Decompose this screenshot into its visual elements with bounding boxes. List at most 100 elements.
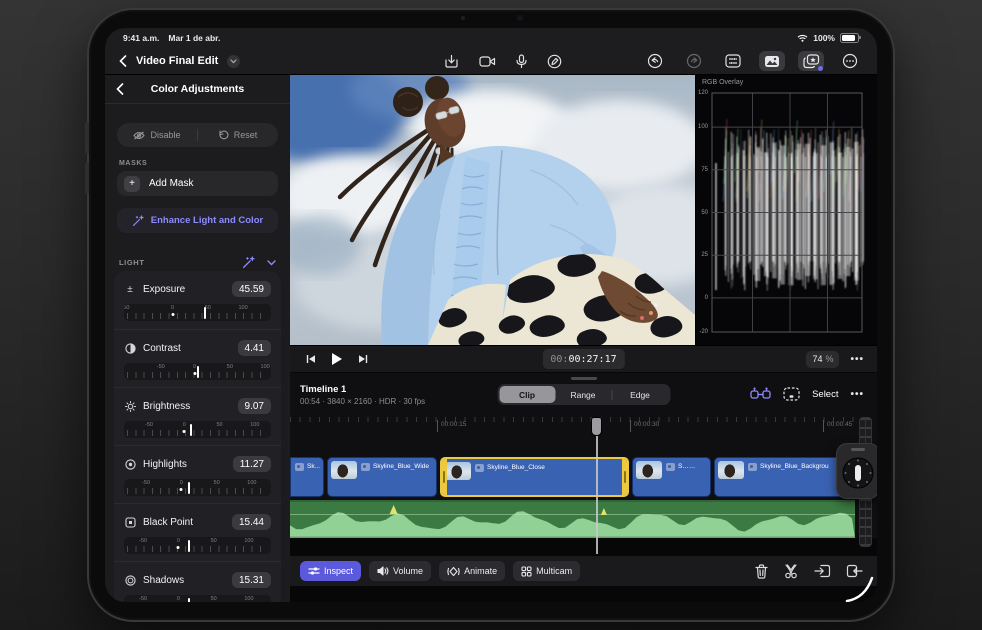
back-chevron-icon[interactable] xyxy=(119,55,127,67)
insert-clip-icon[interactable] xyxy=(814,564,831,578)
timeline-header: Timeline 1 00:54 · 3840 × 2160 · HDR · 3… xyxy=(290,383,877,415)
slider-ruler[interactable]: -50050100 xyxy=(124,595,271,602)
add-mask-button[interactable]: + Add Mask xyxy=(117,171,278,196)
timeline-clip-selected[interactable]: Skyline_Blue_Close xyxy=(440,457,629,497)
clip-media-icon xyxy=(361,463,370,471)
slider-value[interactable]: 9.07 xyxy=(237,398,271,414)
video-preview[interactable] xyxy=(290,75,695,345)
timeline-clip[interactable]: Skyline_Blue_Wide xyxy=(327,457,437,497)
timeline-audio-track[interactable] xyxy=(290,500,855,538)
tick-label: 0 xyxy=(170,305,175,311)
tick-label: 50 xyxy=(226,364,233,370)
import-icon[interactable] xyxy=(444,54,459,69)
jog-dial-icon[interactable] xyxy=(841,456,875,490)
pencil-tool-icon[interactable] xyxy=(547,54,562,69)
tick-label: 0 xyxy=(176,538,180,544)
inspector-icon[interactable] xyxy=(720,51,746,71)
slider-value[interactable]: 11.27 xyxy=(232,456,271,472)
magnetic-timeline-icon[interactable] xyxy=(750,387,771,401)
select-mode-icon[interactable] xyxy=(783,387,800,401)
light-section-label: LIGHT xyxy=(119,258,145,267)
add-mask-label: Add Mask xyxy=(149,178,194,189)
playhead-handle[interactable] xyxy=(590,417,602,436)
clip-media-icon xyxy=(666,463,675,471)
tick-label: 0 xyxy=(182,422,186,428)
project-menu-chevron-icon[interactable] xyxy=(227,54,241,68)
mode-tab-edge[interactable]: Edge xyxy=(612,386,668,403)
reset-button[interactable]: Reset xyxy=(198,130,278,140)
mode-tab-range[interactable]: Range xyxy=(555,386,611,403)
jog-panel-handle[interactable] xyxy=(851,448,865,451)
corner-page-curl xyxy=(845,576,874,602)
slider-value[interactable]: 45.59 xyxy=(231,281,271,297)
masks-section-label: MASKS xyxy=(119,160,148,167)
volume-button[interactable]: Volume xyxy=(369,561,432,581)
effects-icon[interactable] xyxy=(798,51,824,71)
clip-thumbnail xyxy=(445,462,471,480)
more-icon[interactable] xyxy=(837,51,863,71)
timecode-display[interactable]: 00: 00:27:17 xyxy=(542,349,625,369)
timeline-clip[interactable]: Skyline_Blue_Backgrou xyxy=(714,457,855,497)
panel-back-chevron-icon[interactable] xyxy=(116,83,124,95)
status-time: 9:41 a.m. xyxy=(123,33,160,43)
reset-label: Reset xyxy=(233,130,258,140)
play-button-icon[interactable] xyxy=(331,352,343,366)
viewer-zoom-control[interactable]: 74 % xyxy=(806,350,840,368)
skip-forward-icon[interactable] xyxy=(358,354,368,364)
inspect-button[interactable]: Inspect xyxy=(300,561,362,581)
undo-icon[interactable] xyxy=(642,51,668,71)
slider-highlights[interactable]: Highlights 11.27 -50 0 50 100 xyxy=(114,445,281,503)
mic-icon[interactable] xyxy=(516,53,527,69)
highlights-icon xyxy=(124,458,136,470)
slider-ruler[interactable]: -50050100 xyxy=(124,363,271,380)
brightness-icon xyxy=(124,400,136,412)
slider-shadows[interactable]: Shadows 15.31 -50 0 50 100 xyxy=(114,561,281,602)
volume-button-up xyxy=(85,122,89,154)
ruler-ticks xyxy=(127,488,268,494)
project-title[interactable]: Video Final Edit xyxy=(136,55,218,67)
slider-ruler[interactable]: -50050100 xyxy=(124,479,271,496)
slider-value[interactable]: 15.31 xyxy=(231,572,271,588)
trim-handle-left[interactable] xyxy=(442,459,447,495)
marketing-background: 9:41 a.m. Mar 1 de abr. 100% Video Final… xyxy=(0,0,982,630)
mode-tab-clip[interactable]: Clip xyxy=(499,386,555,403)
timeline-clip[interactable]: Sk…… xyxy=(290,457,324,497)
skip-back-icon[interactable] xyxy=(306,354,316,364)
slider-exposure[interactable]: ± Exposure 45.59 -50050100 xyxy=(114,271,281,329)
zoom-unit: % xyxy=(825,354,834,364)
tool-label: Multicam xyxy=(536,566,573,576)
media-browser-icon[interactable] xyxy=(759,51,785,71)
tick-label: 100 xyxy=(238,305,248,311)
slider-ruler[interactable]: -50050100 xyxy=(124,537,271,554)
animate-button[interactable]: Animate xyxy=(439,561,506,581)
blade-cut-icon[interactable] xyxy=(783,563,799,579)
multicam-button[interactable]: Multicam xyxy=(513,561,581,581)
timeline-ruler[interactable]: 00:00:15 00:00:30 00:00:45 xyxy=(290,417,855,437)
timeline-clip[interactable]: S…… xyxy=(632,457,711,497)
tick-label: -50 xyxy=(145,422,153,428)
viewer-more-icon[interactable]: ••• xyxy=(850,354,864,365)
tick-label: 0 xyxy=(193,364,197,370)
light-collapse-chevron-icon[interactable] xyxy=(267,259,276,266)
timeline-drag-handle[interactable] xyxy=(570,377,597,380)
plus-icon: + xyxy=(124,175,140,192)
enhance-light-color-button[interactable]: Enhance Light and Color xyxy=(117,208,278,233)
delete-icon[interactable] xyxy=(755,563,768,579)
slider-ruler[interactable]: -50050100 xyxy=(124,421,271,438)
timeline-more-icon[interactable]: ••• xyxy=(850,389,864,400)
disable-button[interactable]: Disable xyxy=(117,130,197,140)
slider-ruler[interactable]: -50050100 xyxy=(124,304,271,321)
slider-contrast[interactable]: Contrast 4.41 -50 0 50 100 xyxy=(114,329,281,387)
slider-brightness[interactable]: Brightness 9.07 -50 0 50 100 xyxy=(114,387,281,445)
tick-label: 50 xyxy=(216,422,223,428)
camera-icon[interactable] xyxy=(479,55,496,68)
clip-label: Skyline_Blue_Wide xyxy=(373,463,430,470)
slider-black-point[interactable]: Black Point 15.44 -50 0 50 100 xyxy=(114,503,281,561)
select-label[interactable]: Select xyxy=(812,389,838,400)
scope-axis-label: 0 xyxy=(704,294,708,301)
jog-wheel-panel[interactable] xyxy=(836,443,877,499)
slider-value[interactable]: 15.44 xyxy=(231,514,271,530)
trim-handle-right[interactable] xyxy=(622,459,627,495)
light-wand-icon[interactable] xyxy=(242,256,255,269)
slider-value[interactable]: 4.41 xyxy=(237,340,271,356)
